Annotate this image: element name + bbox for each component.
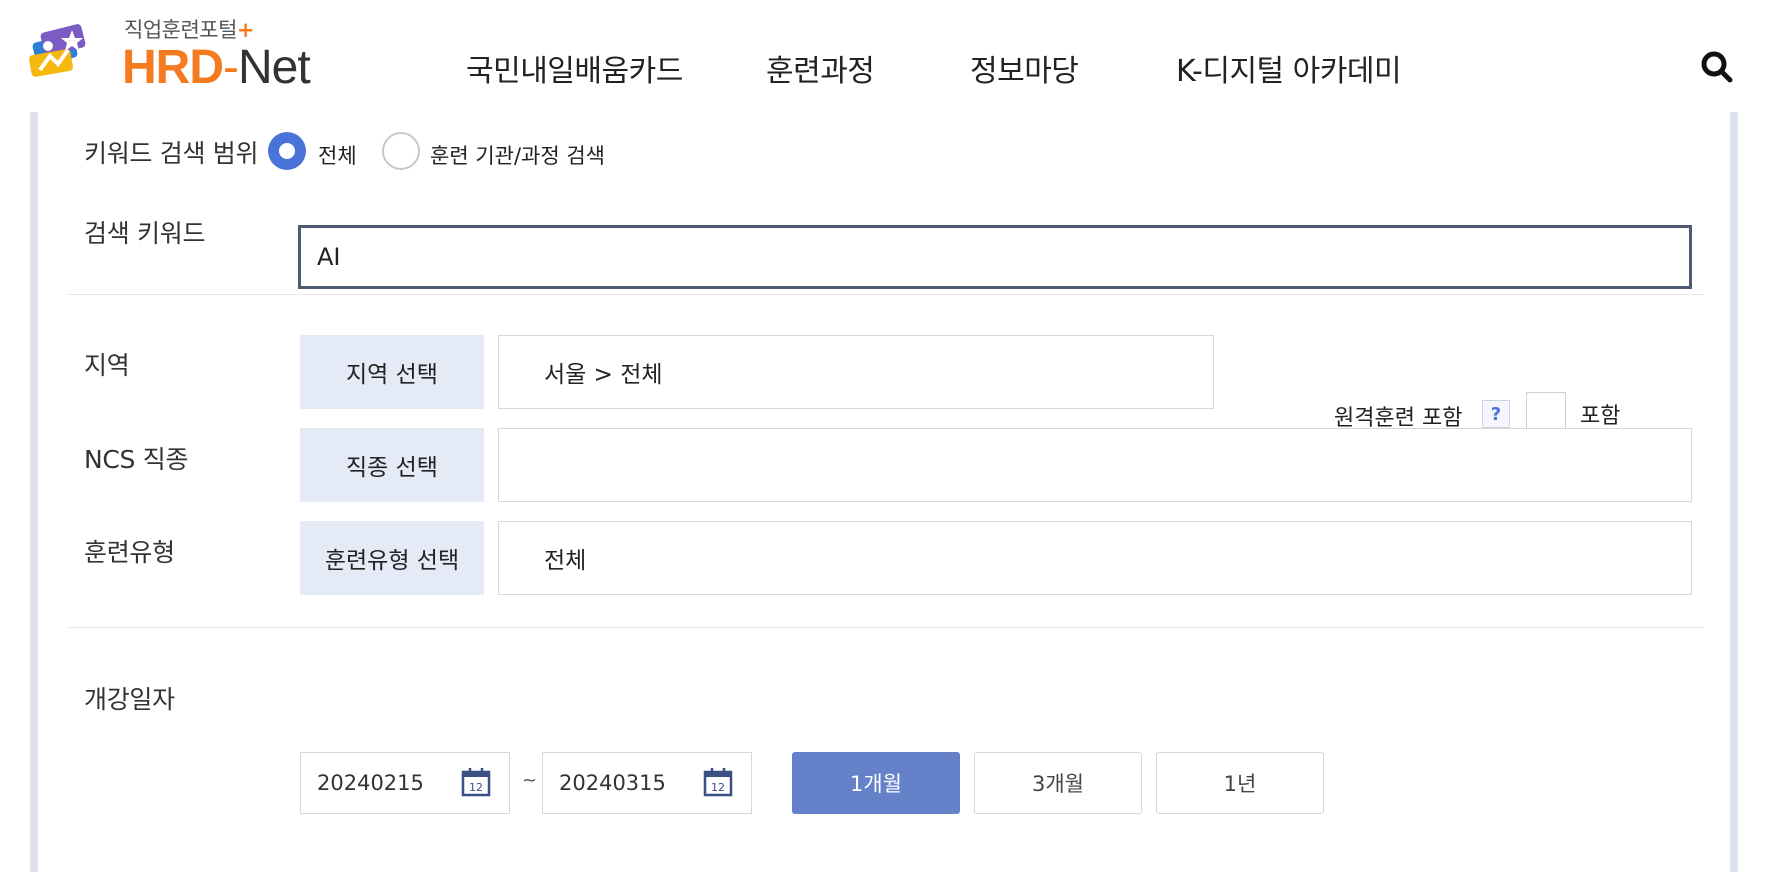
svg-text:12: 12 bbox=[711, 781, 725, 794]
training-type-value: 전체 bbox=[498, 521, 1692, 595]
nav-info-square[interactable]: 정보마당 bbox=[970, 46, 1079, 90]
ncs-label: NCS 직종 bbox=[84, 445, 189, 474]
calendar-icon[interactable]: 12 bbox=[461, 767, 491, 797]
scope-all-radio[interactable] bbox=[268, 132, 306, 170]
period-1year-button[interactable]: 1년 bbox=[1156, 752, 1324, 814]
svg-text:12: 12 bbox=[469, 781, 483, 794]
remote-include-checkbox[interactable] bbox=[1526, 392, 1566, 432]
nav-training-courses[interactable]: 훈련과정 bbox=[766, 46, 875, 90]
end-date-value: 20240315 bbox=[559, 771, 666, 795]
ncs-select-button[interactable]: 직종 선택 bbox=[300, 428, 484, 502]
end-date-input[interactable]: 20240315 12 bbox=[542, 752, 752, 814]
logo-mark-icon bbox=[29, 24, 86, 77]
region-select-button[interactable]: 지역 선택 bbox=[300, 335, 484, 409]
remote-include-label[interactable]: 포함 bbox=[1580, 398, 1620, 430]
ncs-value bbox=[498, 428, 1692, 502]
section-divider bbox=[68, 627, 1704, 628]
section-divider bbox=[68, 294, 1704, 295]
logo-wordmark: HRD-Net bbox=[122, 41, 311, 94]
calendar-icon[interactable]: 12 bbox=[703, 767, 733, 797]
keyword-input[interactable] bbox=[298, 225, 1692, 289]
scope-institution-radio[interactable] bbox=[382, 132, 420, 170]
keyword-scope-label: 키워드 검색 범위 bbox=[84, 139, 259, 168]
start-date-value: 20240215 bbox=[317, 771, 424, 795]
nav-k-digital-academy[interactable]: K-디지털 아카데미 bbox=[1176, 46, 1402, 90]
region-label: 지역 bbox=[84, 351, 130, 380]
nav-national-card[interactable]: 국민내일배움카드 bbox=[466, 46, 683, 90]
scope-all-label[interactable]: 전체 bbox=[318, 140, 357, 170]
start-date-input[interactable]: 20240215 12 bbox=[300, 752, 510, 814]
training-type-select-button[interactable]: 훈련유형 선택 bbox=[300, 521, 484, 595]
training-type-label: 훈련유형 bbox=[84, 538, 175, 567]
period-3month-button[interactable]: 3개월 bbox=[974, 752, 1142, 814]
keyword-label: 검색 키워드 bbox=[84, 219, 206, 248]
remote-help-button[interactable]: ? bbox=[1482, 400, 1510, 428]
period-1month-button[interactable]: 1개월 bbox=[792, 752, 960, 814]
site-header: 직업훈련포털+ HRD-Net 국민내일배움카드 훈련과정 정보마당 K-디지털… bbox=[0, 0, 1772, 112]
search-icon[interactable] bbox=[1700, 50, 1734, 84]
start-date-label: 개강일자 bbox=[84, 685, 175, 714]
hrd-net-logo[interactable]: 직업훈련포털+ HRD-Net bbox=[28, 14, 328, 94]
date-range-separator: ~ bbox=[522, 770, 538, 791]
scope-institution-label[interactable]: 훈련 기관/과정 검색 bbox=[430, 140, 605, 170]
region-value: 서울 > 전체 bbox=[498, 335, 1214, 409]
